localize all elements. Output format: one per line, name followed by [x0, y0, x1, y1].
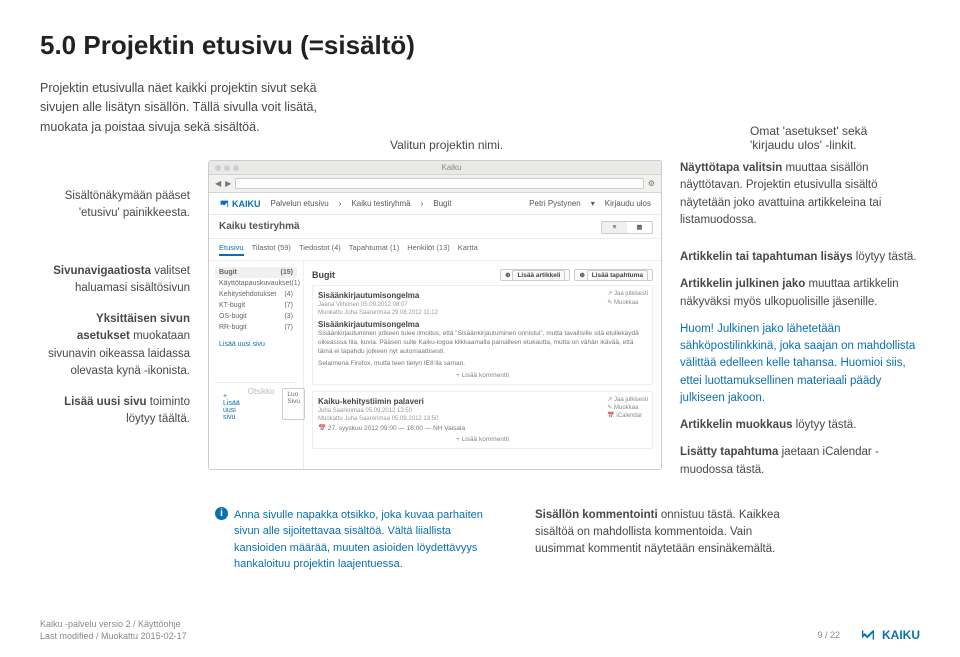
annotation-top-a: Valitun projektin nimi.: [390, 138, 503, 152]
sidebar-item[interactable]: Bugit(15): [215, 267, 297, 278]
sidebar-item[interactable]: KT-bugit(7): [215, 300, 297, 311]
add-comment-link[interactable]: + Lisää kommentti: [318, 372, 647, 379]
content-page-title: Bugit: [312, 270, 335, 280]
project-title: Kaiku testiryhmä: [209, 215, 661, 239]
edit-link[interactable]: ✎ Muokkaa: [607, 299, 648, 307]
add-page-link[interactable]: Lisää uusi sivu: [215, 339, 297, 350]
edit-link[interactable]: ✎ Muokkaa: [607, 404, 648, 412]
tab-etusivu[interactable]: Etusivu: [219, 243, 244, 256]
add-comment-link[interactable]: + Lisää kommentti: [318, 436, 647, 443]
window-titlebar: Kaiku: [209, 161, 661, 175]
main-content: Bugit ⊕ Lisää artikkeli ⊕ Lisää tapahtum…: [304, 261, 661, 470]
left-ann-4: Lisää uusi sivu toiminto löytyy täältä.: [40, 394, 190, 429]
sidebar-item[interactable]: RR-bugit(7): [215, 322, 297, 333]
screenshot-mock: Kaiku ◀▶⚙ KAIKU Palvelun etusivu› Kaiku …: [208, 160, 662, 470]
footer-brand: KAIKU: [882, 628, 920, 642]
view-tabs[interactable]: Etusivu Tilastot (59) Tiedostot (4) Tapa…: [209, 239, 661, 261]
icalendar-link[interactable]: 📅 iCalendar: [607, 412, 648, 420]
add-new-page[interactable]: + Lisää uusi sivu: [219, 391, 244, 423]
create-page-button[interactable]: Luo Sivu: [282, 388, 305, 420]
footer-line2: Last modified / Muokattu 2015-02-17: [40, 630, 187, 643]
sidebar-item[interactable]: Käyttötapauskuvaukset(1): [215, 278, 297, 289]
right-ann-1: Näyttötapa valitsin muuttaa sisällön näy…: [680, 160, 920, 229]
page-heading: 5.0 Projektin etusivu (=sisältö): [40, 30, 920, 61]
kaiku-logo: KAIKU: [219, 199, 261, 209]
article-card: ↗ Jaa julkisesti ✎ Muokkaa Sisäänkirjaut…: [312, 285, 653, 384]
left-ann-2: Sivunavigaatiosta valitset haluamasi sis…: [40, 263, 190, 298]
bottom-right-ann: Sisällön kommentointi onnistuu tästä. Ka…: [535, 507, 805, 573]
browser-toolbar: ◀▶⚙: [209, 175, 661, 193]
right-ann-5: Artikkelin muokkaus löytyy tästä.: [680, 417, 920, 434]
right-ann-6: Lisätty tapahtuma jaetaan iCalendar -muo…: [680, 444, 920, 479]
annotation-top-b: Omat 'asetukset' sekä 'kirjaudu ulos' -l…: [750, 124, 900, 152]
tab-henkilot[interactable]: Henkilöt (13): [407, 243, 450, 256]
page-number: 9 / 22: [817, 630, 840, 640]
right-ann-4-note: Huom! Julkinen jako lähetetään sähköpost…: [680, 321, 920, 407]
share-public-link[interactable]: ↗ Jaa julkisesti: [607, 290, 648, 298]
event-card: ↗ Jaa julkisesti ✎ Muokkaa 📅 iCalendar K…: [312, 391, 653, 449]
app-header: KAIKU Palvelun etusivu› Kaiku testiryhmä…: [209, 193, 661, 215]
tab-tapahtumat[interactable]: Tapahtumat (1): [349, 243, 399, 256]
view-toggle[interactable]: ≡▦: [601, 221, 653, 234]
footer-line1: Kaiku -palvelu versio 2 / Käyttöohje: [40, 618, 187, 631]
kaiku-logo-icon: [860, 627, 876, 643]
add-event-button[interactable]: ⊕ Lisää tapahtuma: [574, 269, 653, 281]
intro-paragraph: Projektin etusivulla näet kaikki projekt…: [40, 79, 340, 137]
tab-tilastot[interactable]: Tilastot (59): [252, 243, 291, 256]
sidebar-item[interactable]: OS-bugit(3): [215, 311, 297, 322]
right-ann-3: Artikkelin julkinen jako muuttaa artikke…: [680, 276, 920, 311]
add-article-button[interactable]: ⊕ Lisää artikkeli: [500, 269, 570, 281]
page-footer: Kaiku -palvelu versio 2 / Käyttöohje Las…: [40, 618, 920, 643]
left-ann-3: Yksittäisen sivun asetukset muokataan si…: [40, 311, 190, 380]
new-page-title-label: Otsikko: [244, 385, 279, 423]
sidebar-item[interactable]: Kehitysehdotukset(4): [215, 289, 297, 300]
info-icon: i: [215, 507, 228, 520]
tip-block: i Anna sivulle napakka otsikko, joka kuv…: [215, 507, 495, 573]
tab-kartta[interactable]: Kartta: [458, 243, 478, 256]
page-sidebar: Bugit(15) Käyttötapauskuvaukset(1) Kehit…: [209, 261, 304, 470]
tab-tiedostot[interactable]: Tiedostot (4): [299, 243, 341, 256]
left-ann-1: Sisältönäkymään pääset 'etusivu' painikk…: [40, 188, 190, 223]
share-public-link[interactable]: ↗ Jaa julkisesti: [607, 396, 648, 404]
right-ann-2: Artikkelin tai tapahtuman lisäys löytyy …: [680, 249, 920, 266]
